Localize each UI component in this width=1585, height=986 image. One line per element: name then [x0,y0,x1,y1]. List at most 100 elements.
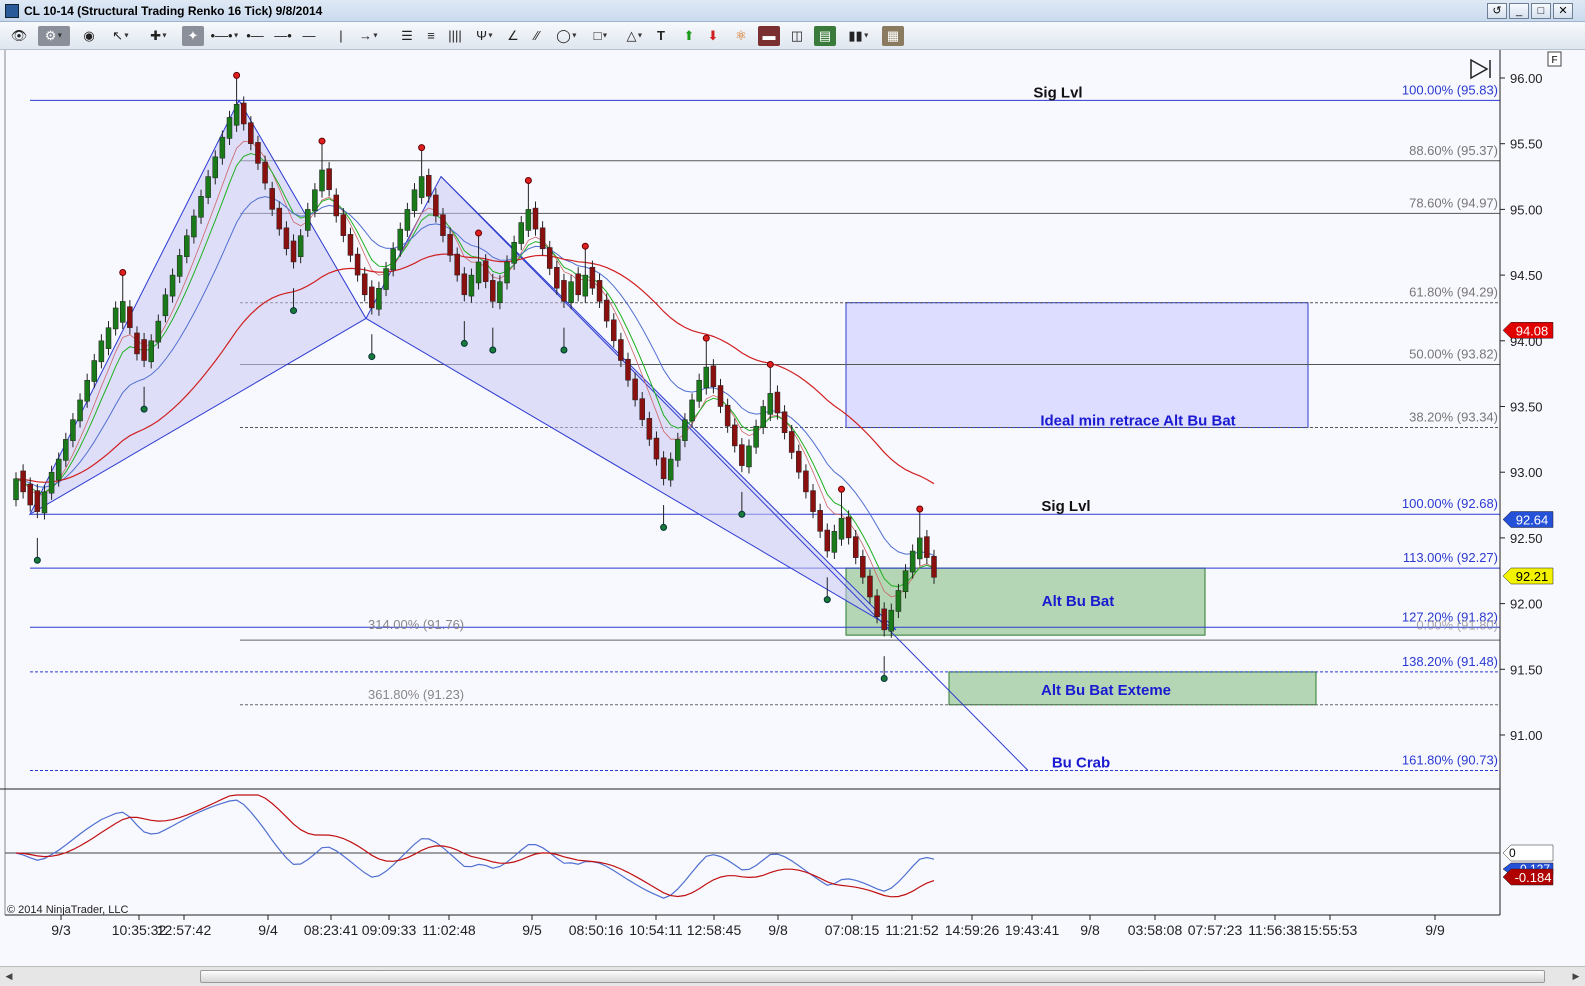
annotation-alt-bu-bat-extreme: Alt Bu Bat Exteme [1041,682,1171,699]
ellipse-icon[interactable]: ◯▼ [552,26,582,46]
ray-icon[interactable]: •— [244,26,266,46]
candle-up [162,294,169,317]
candle-up [63,439,69,461]
swing-low-dot [140,405,148,413]
candle-up [902,570,909,593]
candle-down [646,418,653,440]
candle-down [824,529,831,552]
minimize-button[interactable]: _ [1509,3,1529,19]
candle-up [169,274,176,297]
candle-down [20,470,26,493]
x-tick-label: 19:43:41 [1005,922,1060,938]
data-box-icon[interactable]: ⚙▼ [38,26,70,46]
candle-up [746,445,752,468]
chart-area[interactable]: 100.00% (95.83) 88.60% (95.37) 78.60% (94.… [0,50,1585,966]
close-button[interactable]: ✕ [1553,3,1573,19]
swing-high-dot [581,242,589,250]
oscillator-red-value: -0.184 [1515,870,1552,885]
delete-drawings-icon[interactable]: ▬ [758,26,780,46]
annotation-sig-lvl-mid: Sig Lvl [1041,498,1090,515]
candle-down [361,273,368,296]
pointer-icon[interactable]: ↖▼ [106,26,136,46]
candle-up [319,169,325,192]
price-chart[interactable]: 100.00% (95.83) 88.60% (95.37) 78.60% (94.… [0,50,1585,966]
gann-fan-icon[interactable]: ∠ [502,26,524,46]
candle-up [91,360,98,382]
candle-up [917,537,923,560]
scroll-left-icon[interactable]: ◀ [2,970,16,983]
x-tick-label: 10:54:11 [629,922,683,938]
swing-low-dot [880,674,888,682]
x-tick-label: 03:58:08 [1128,922,1183,938]
fib-level-label: 38.20% (93.34) [1409,410,1498,425]
chart-trader-icon[interactable]: ◫ [786,26,808,46]
bar-type-icon[interactable]: ▤ [814,26,836,46]
fib-level-label: 100.00% (92.68) [1402,496,1498,511]
swing-high-dot [418,144,426,152]
strategy-icon[interactable]: ⚛ [730,26,752,46]
scrollbar-thumb[interactable] [200,970,1545,983]
candle-down [874,595,880,617]
visibility-icon[interactable]: ◉ [78,26,100,46]
horizontal-line-icon[interactable]: — [298,26,320,46]
maximize-button[interactable]: □ [1531,3,1551,19]
fibonacci-time-icon[interactable]: |||| [444,26,466,46]
app-icon [5,4,19,18]
regression-channel-icon[interactable]: ⁄⁄ [526,26,548,46]
rectangle-icon[interactable]: □▼ [586,26,616,46]
text-icon[interactable]: T [650,26,672,46]
price-marker-label: 92.64 [1516,513,1549,528]
candle-down [340,214,347,236]
candle-down [269,188,275,210]
candle-up [675,439,681,461]
properties-icon[interactable]: ▦ [882,26,904,46]
chart-style-icon[interactable]: ▮▮▼ [842,26,876,46]
line-tools-icon[interactable]: •—•▼ [210,26,240,46]
swing-low-dot [33,556,41,564]
candle-up [13,478,19,501]
x-tick-label: 9/3 [51,922,71,938]
candle-down [710,365,717,388]
candle-up [753,425,759,448]
fib-level-label-hidden: 0.00% (91.80) [1416,617,1498,632]
candle-up [198,196,204,218]
pitchfork-icon[interactable]: Ψ▼ [470,26,500,46]
vertical-line-icon[interactable]: | [330,26,352,46]
candle-up [383,268,389,290]
triangle-icon[interactable]: △▼ [620,26,650,46]
fibonacci-extension-icon[interactable]: ≡ [420,26,442,46]
swing-high-dot [475,229,483,237]
candle-down [546,247,553,269]
extension-label: 314.00% (91.76) [368,617,464,632]
candle-down [290,240,297,263]
candle-up [191,215,197,238]
candle-down [240,102,247,125]
candle-up [682,419,688,441]
swing-low-dot [489,346,497,354]
candle-up [582,274,589,297]
crosshair-icon[interactable]: ✚▼ [144,26,174,46]
candle-down [717,385,724,407]
candle-up [41,491,48,514]
swing-high-dot [766,360,774,368]
x-tick-label: 11:02:48 [422,922,476,938]
candle-up [418,176,425,198]
pin-icon[interactable]: ✦ [182,26,204,46]
arrow-down-icon[interactable]: ⬇ [702,26,724,46]
scroll-right-icon[interactable]: ▶ [1569,970,1583,983]
fibonacci-retracement-icon[interactable]: ☰ [396,26,418,46]
candle-down [852,536,859,558]
x-tick-label: 07:57:23 [1188,922,1243,938]
x-tick-label: 11:21:52 [885,922,939,938]
extended-line-icon[interactable]: —•— [272,26,294,63]
candle-down [618,339,624,361]
arrow-up-icon[interactable]: ⬆ [678,26,700,46]
fib-level-label: 100.00% (95.83) [1402,82,1498,97]
y-tick-label: 95.00 [1510,202,1543,217]
candle-up [233,104,240,126]
eye-icon[interactable]: 👁 [8,26,30,46]
horizontal-scrollbar[interactable]: ◀ ▶ [0,966,1585,986]
arrow-line-icon[interactable]: →▼ [354,26,384,46]
restore-chart-icon[interactable]: ↺ [1487,3,1507,19]
candle-down [724,404,731,427]
